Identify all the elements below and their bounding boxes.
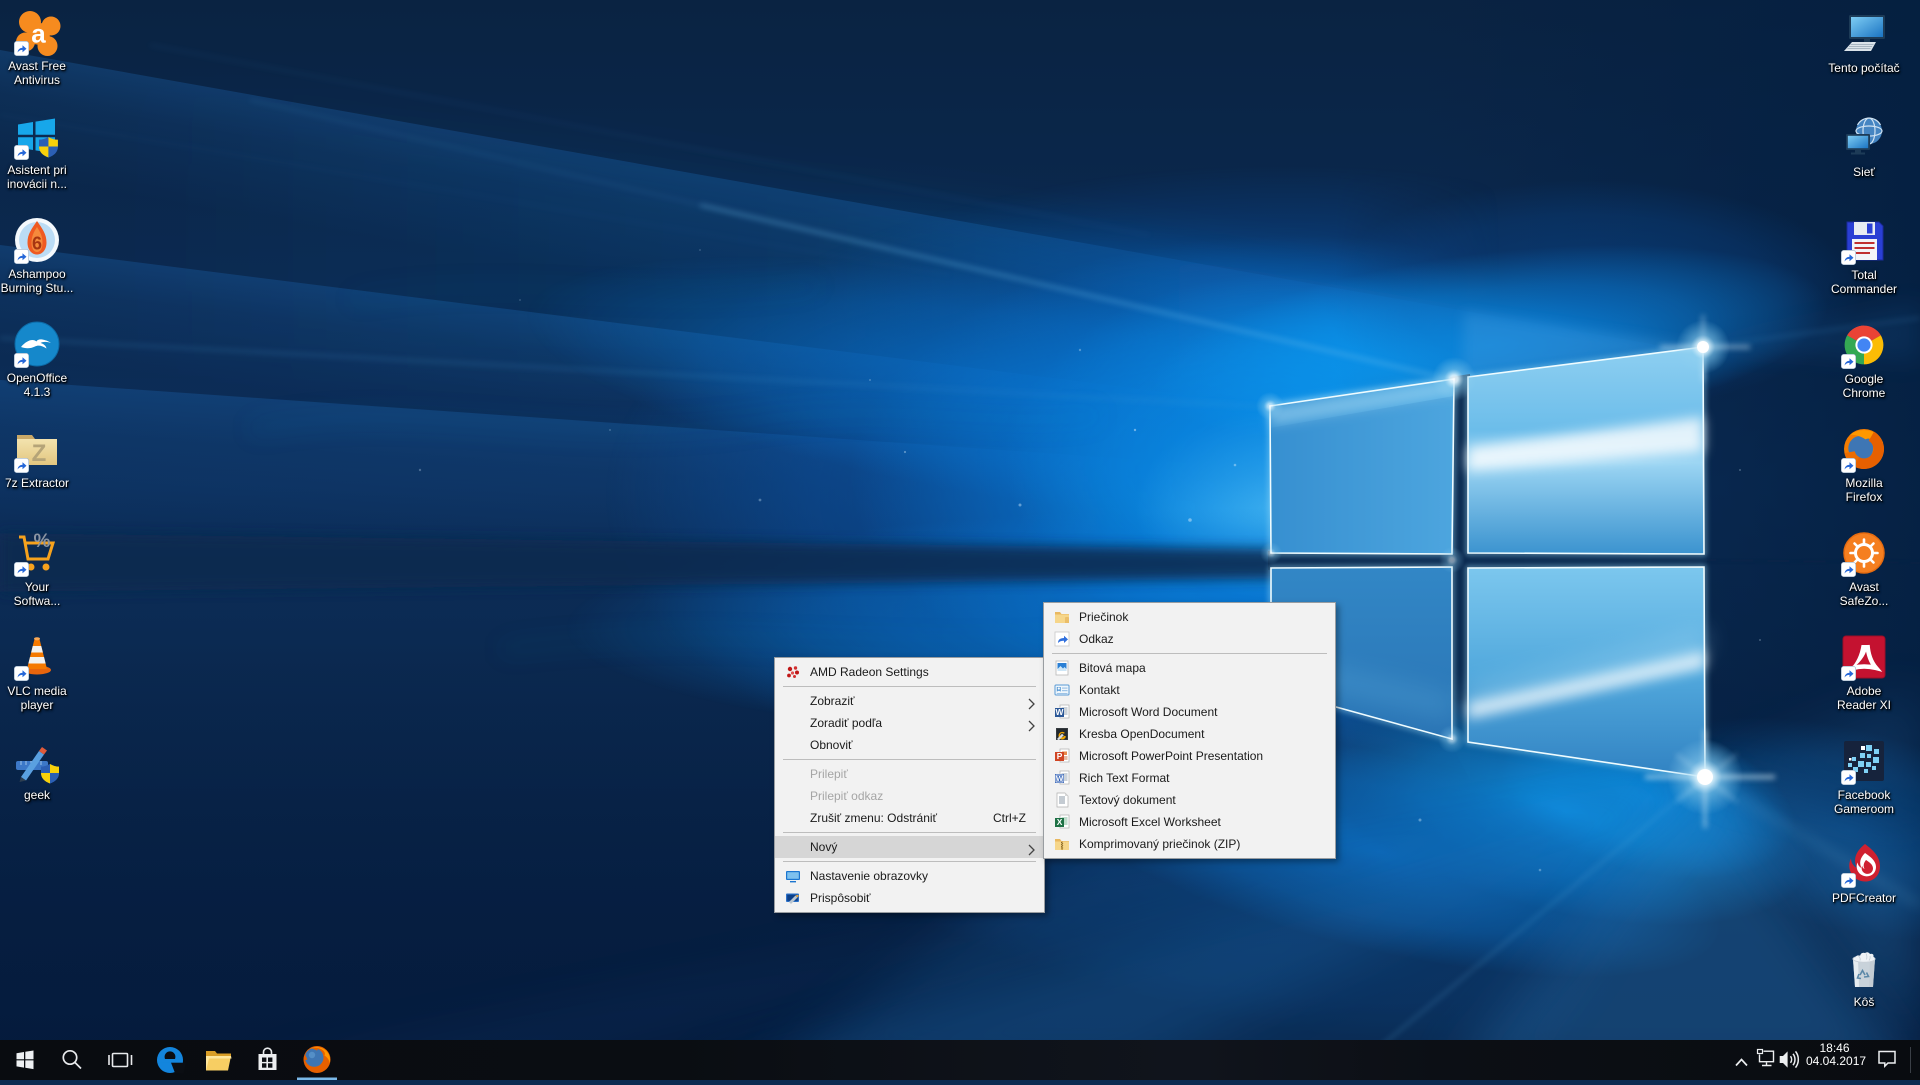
- svg-text:X: X: [1057, 817, 1063, 827]
- svg-text:P: P: [1057, 751, 1063, 761]
- svg-text:%: %: [34, 531, 51, 552]
- svg-text:W: W: [1056, 776, 1063, 783]
- svg-text:W: W: [1056, 707, 1064, 717]
- svg-text:6: 6: [32, 234, 42, 254]
- svg-text:a: a: [31, 19, 46, 49]
- svg-text:Z: Z: [32, 440, 47, 467]
